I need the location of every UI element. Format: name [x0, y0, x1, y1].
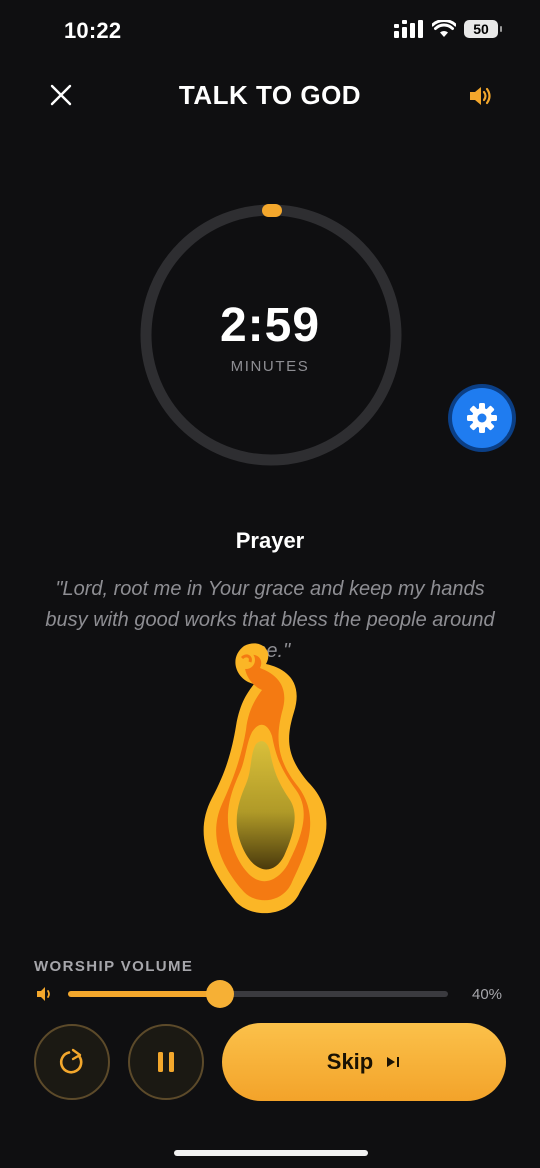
skip-label: Skip [326, 1049, 374, 1074]
volume-slider-fill [68, 991, 220, 997]
page-title: TALK TO GOD [178, 80, 362, 110]
volume-percent: 40% [472, 986, 503, 1003]
status-icons: 50 [394, 20, 502, 38]
pause-button[interactable] [128, 1024, 204, 1100]
candle-flame-illustration [203, 643, 327, 914]
home-indicator [174, 1150, 368, 1156]
volume-slider-thumb[interactable] [206, 980, 234, 1008]
timer-value: 2:59 [219, 299, 321, 352]
timer-progress-handle [262, 204, 282, 217]
pause-icon [158, 1052, 174, 1072]
battery-level: 50 [473, 21, 489, 37]
settings-button[interactable] [452, 388, 512, 448]
skip-next-icon [387, 1057, 400, 1067]
restart-button[interactable] [34, 1024, 110, 1100]
worship-volume-label: WORSHIP VOLUME [34, 958, 194, 975]
sound-toggle-button[interactable] [468, 84, 494, 108]
battery-indicator: 50 [464, 20, 502, 38]
skip-button[interactable]: Skip [222, 1023, 506, 1101]
status-time: 10:22 [64, 18, 122, 43]
speaker-icon [470, 87, 491, 105]
cellular-signal-icon [394, 20, 423, 38]
timer-unit: MINUTES [230, 358, 310, 375]
prayer-title: Prayer [235, 528, 305, 553]
gear-icon [467, 403, 497, 433]
volume-icon [37, 987, 50, 1001]
restart-icon [59, 1048, 83, 1074]
wifi-icon [432, 20, 456, 37]
